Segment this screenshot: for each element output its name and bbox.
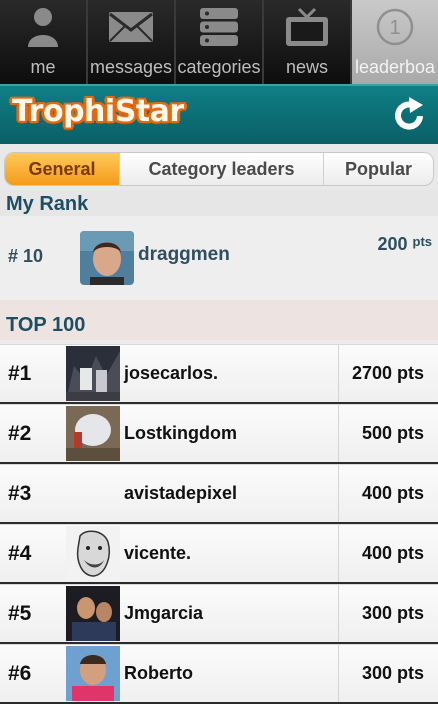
row-points: 400 pts <box>338 465 438 522</box>
table-row[interactable]: #6 Roberto 300 pts <box>0 644 438 704</box>
tab-leaderboard[interactable]: 1 leaderboa <box>352 0 438 84</box>
stack-icon <box>199 6 239 48</box>
row-rank: #6 <box>8 662 32 685</box>
row-points: 400 pts <box>338 525 438 582</box>
my-rank-position: # 10 <box>8 246 44 266</box>
row-points: 300 pts <box>338 585 438 642</box>
segment-general[interactable]: General <box>5 153 120 185</box>
photo-icon <box>66 526 120 581</box>
row-username: Jmgarcia <box>124 603 204 623</box>
section-gap <box>0 300 438 310</box>
avatar <box>80 231 134 285</box>
my-rank-username: draggmen <box>138 244 230 265</box>
row-rank: #2 <box>8 422 32 445</box>
table-row[interactable]: #3 avistadepixel 400 pts <box>0 464 438 524</box>
tab-messages[interactable]: messages <box>88 0 176 84</box>
photo-icon <box>66 646 120 701</box>
row-points: 2700 pts <box>338 345 438 402</box>
my-rank-row[interactable]: # 10 draggmen 200 pts <box>0 216 438 300</box>
app-logo: TrophiStar <box>12 94 184 129</box>
tab-bar: me messages categories news 1 leaderboa <box>0 0 438 84</box>
row-username: vicente. <box>124 543 192 563</box>
person-icon <box>26 6 60 48</box>
tab-news[interactable]: news <box>264 0 352 84</box>
table-row[interactable]: #2 Lostkingdom 500 pts <box>0 404 438 464</box>
segment-popular[interactable]: Popular <box>324 153 433 185</box>
refresh-icon[interactable] <box>390 96 428 134</box>
row-rank: #3 <box>8 482 32 505</box>
table-row[interactable]: #1 josecarlos. 2700 pts <box>0 344 438 404</box>
row-points: 500 pts <box>338 405 438 462</box>
app-header: TrophiStar <box>0 84 438 144</box>
tab-label: categories <box>177 57 261 77</box>
tab-label: news <box>285 57 329 77</box>
my-rank-points: 200 pts <box>377 234 432 254</box>
row-username: Roberto <box>124 663 193 683</box>
segmented-control: General Category leaders Popular <box>4 152 434 186</box>
row-username: Lostkingdom <box>124 423 237 443</box>
photo-icon <box>66 346 120 401</box>
photo-icon <box>66 586 120 641</box>
tab-label: leaderboa <box>354 57 436 77</box>
tab-me[interactable]: me <box>0 0 88 84</box>
row-username: avistadepixel <box>124 483 238 503</box>
row-username: josecarlos. <box>124 363 219 383</box>
tv-icon <box>285 6 329 48</box>
row-rank: #4 <box>8 542 32 565</box>
leaderboard-list: #1 josecarlos. 2700 pts #2 Lostkingdom 5… <box>0 344 438 704</box>
tab-categories[interactable]: categories <box>176 0 264 84</box>
svg-text:1: 1 <box>389 17 400 39</box>
row-rank: #5 <box>8 602 32 625</box>
segment-category-leaders[interactable]: Category leaders <box>120 153 324 185</box>
photo-icon <box>66 406 120 461</box>
row-points: 300 pts <box>338 645 438 702</box>
row-rank: #1 <box>8 362 32 385</box>
tab-label: me <box>30 57 56 77</box>
table-row[interactable]: #5 Jmgarcia 300 pts <box>0 584 438 644</box>
table-row[interactable]: #4 vicente. 400 pts <box>0 524 438 584</box>
segment-bar: General Category leaders Popular <box>0 144 438 194</box>
rank-circle-icon: 1 <box>375 6 415 48</box>
envelope-icon <box>108 6 154 48</box>
my-rank-title: My Rank <box>0 190 438 216</box>
tab-label: messages <box>89 57 173 77</box>
top100-title: TOP 100 <box>0 310 438 340</box>
